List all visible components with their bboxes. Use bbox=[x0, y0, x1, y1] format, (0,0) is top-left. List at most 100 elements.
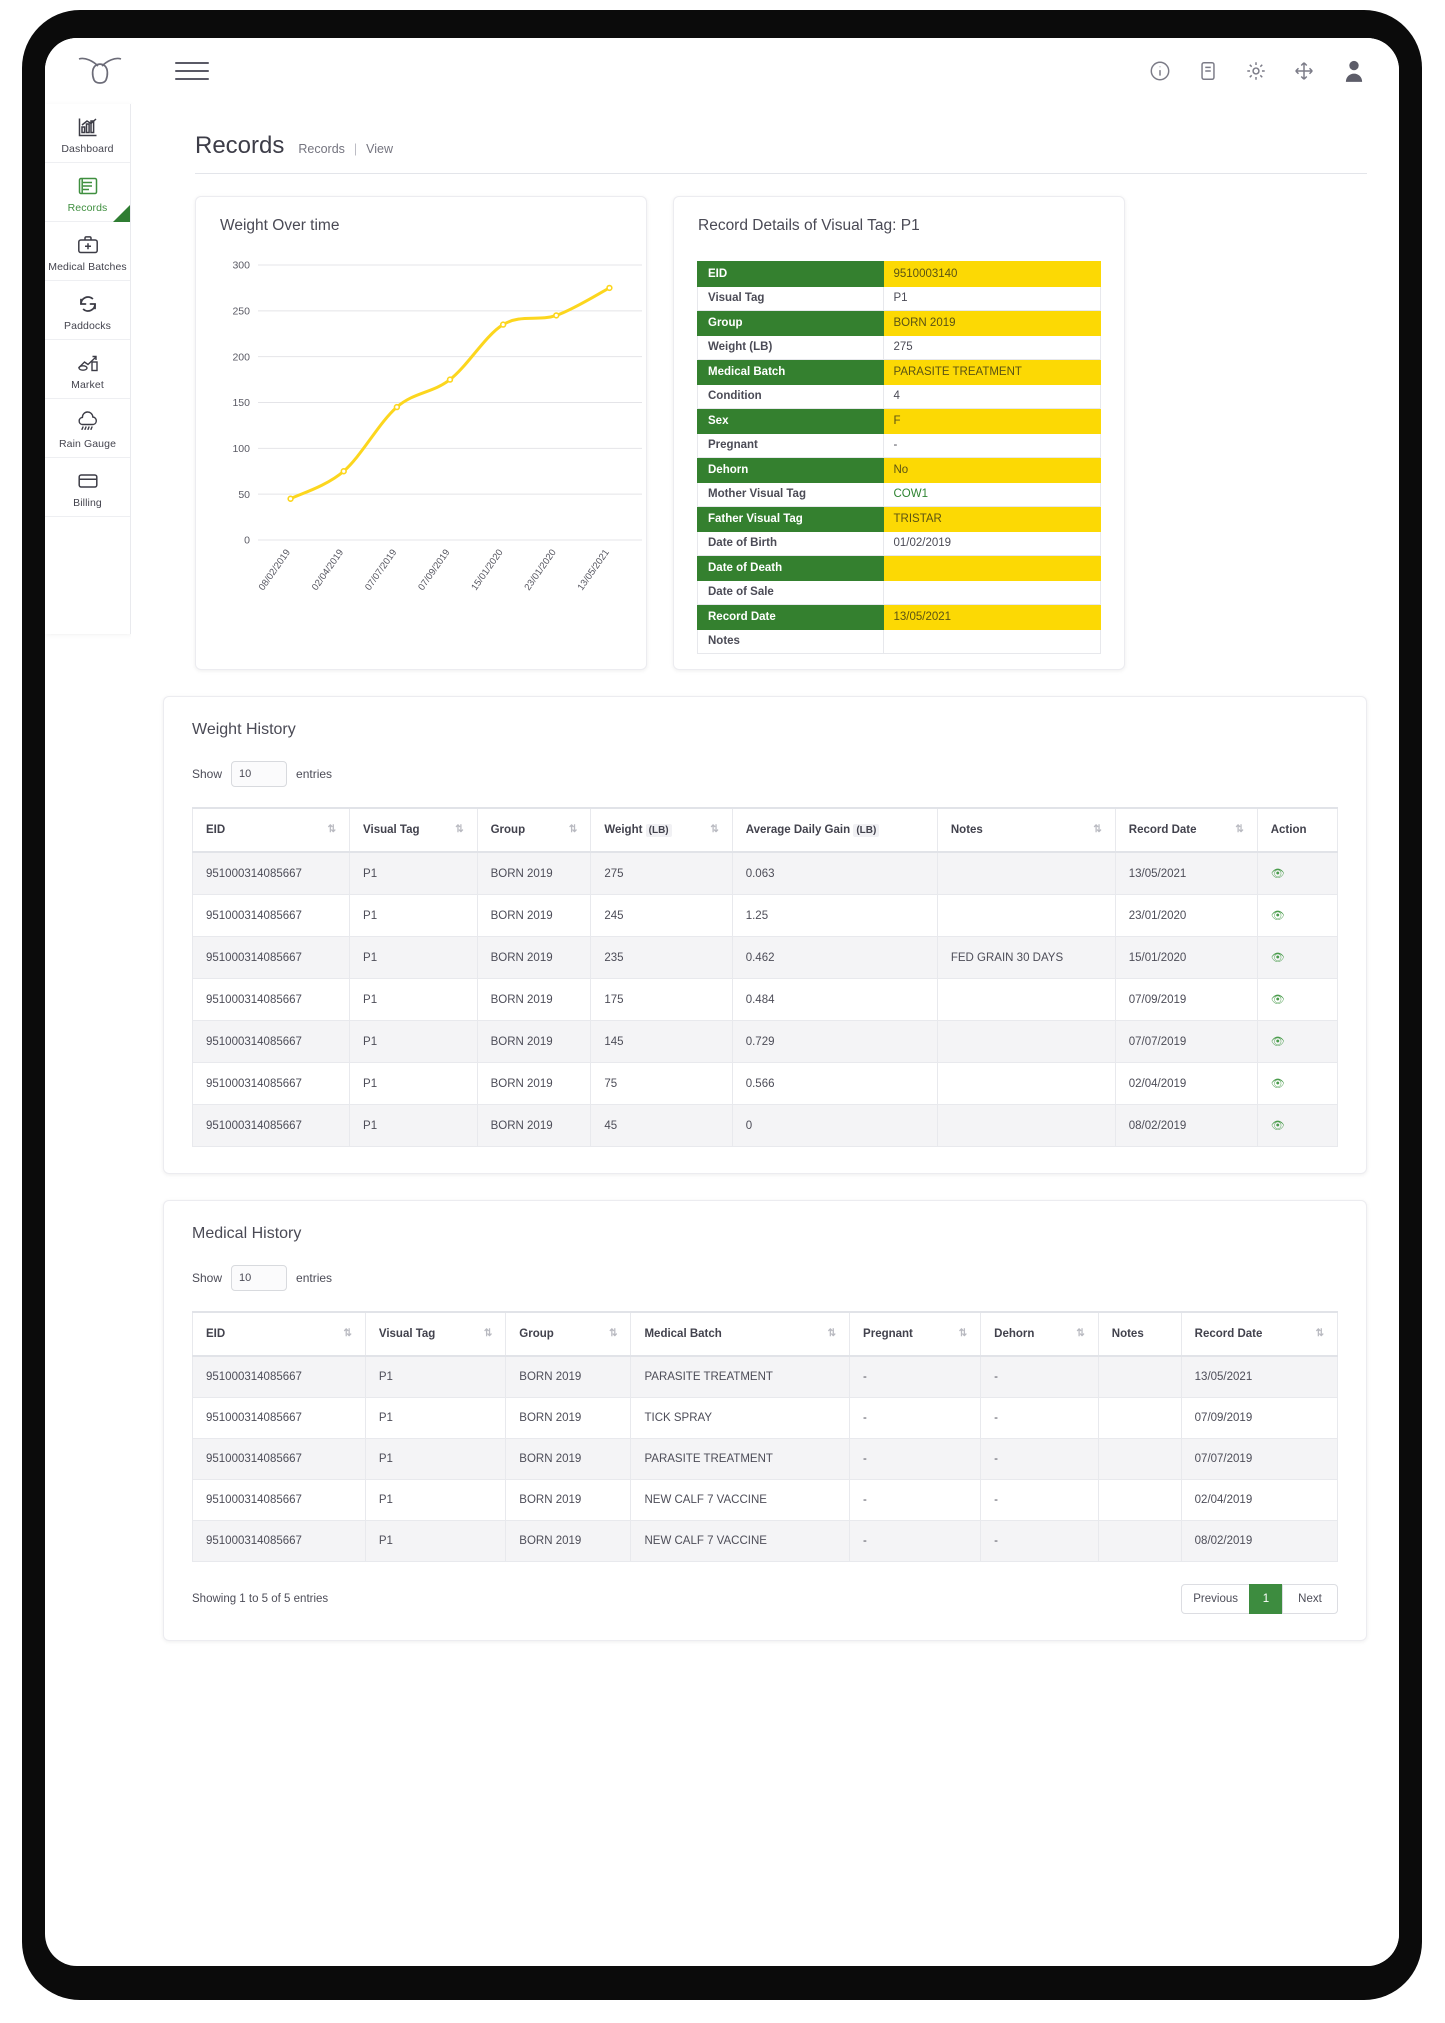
column-header-label: Group bbox=[491, 824, 526, 836]
medical-history-footer: Showing 1 to 5 of 5 entries Previous 1 N… bbox=[192, 1584, 1338, 1614]
user-avatar-icon[interactable] bbox=[1341, 57, 1367, 85]
chart-data-point[interactable] bbox=[394, 405, 399, 410]
sidebar-item-rain-gauge[interactable]: Rain Gauge bbox=[45, 399, 130, 458]
sort-toggle-icon[interactable]: ⇅ bbox=[569, 824, 577, 835]
sort-toggle-icon[interactable]: ⇅ bbox=[328, 824, 336, 835]
column-header-notes[interactable]: Notes ⇅ bbox=[937, 808, 1115, 852]
view-eye-icon[interactable]: 👁 bbox=[1271, 1120, 1285, 1132]
cell-notes bbox=[937, 1105, 1115, 1147]
weight-history-entries-input[interactable] bbox=[231, 761, 287, 787]
chart-data-point[interactable] bbox=[501, 322, 506, 327]
cell-batch[interactable]: NEW CALF 7 VACCINE bbox=[631, 1521, 850, 1562]
cell-record-date: 13/05/2021 bbox=[1181, 1356, 1337, 1398]
cell-dehorn: - bbox=[981, 1356, 1099, 1398]
cell-adg: 0.484 bbox=[732, 979, 937, 1021]
info-icon[interactable] bbox=[1149, 60, 1171, 82]
cell-notes bbox=[937, 1021, 1115, 1063]
breadcrumb-item-records[interactable]: Records bbox=[298, 142, 345, 156]
chart-data-point[interactable] bbox=[448, 377, 453, 382]
chart-data-point[interactable] bbox=[607, 286, 612, 291]
chart-data-point[interactable] bbox=[288, 496, 293, 501]
sort-toggle-icon[interactable]: ⇅ bbox=[1093, 824, 1101, 835]
sort-toggle-icon[interactable]: ⇅ bbox=[484, 1328, 492, 1339]
breadcrumb-item-view[interactable]: View bbox=[366, 142, 393, 156]
column-header-label: Notes bbox=[951, 824, 983, 836]
cell-group: BORN 2019 bbox=[477, 937, 591, 979]
column-header-label: Action bbox=[1271, 824, 1307, 836]
cell-weight: 175 bbox=[591, 979, 732, 1021]
cell-group: BORN 2019 bbox=[506, 1480, 631, 1521]
column-header-weight-lb[interactable]: Weight (LB)⇅ bbox=[591, 808, 732, 852]
view-eye-icon[interactable]: 👁 bbox=[1271, 1078, 1285, 1090]
sort-toggle-icon[interactable]: ⇅ bbox=[609, 1328, 617, 1339]
sort-toggle-icon[interactable]: ⇅ bbox=[1235, 824, 1243, 835]
column-header-record-date[interactable]: Record Date⇅ bbox=[1181, 1312, 1337, 1356]
cell-visual-tag: P1 bbox=[365, 1439, 505, 1480]
sidebar-item-dashboard[interactable]: Dashboard bbox=[45, 104, 130, 163]
sidebar-item-records[interactable]: Records bbox=[45, 163, 130, 222]
sort-toggle-icon[interactable]: ⇅ bbox=[343, 1328, 351, 1339]
column-header-group[interactable]: Group⇅ bbox=[506, 1312, 631, 1356]
record-detail-value: BORN 2019 bbox=[883, 311, 1101, 336]
cell-action: 👁 bbox=[1257, 979, 1337, 1021]
cell-group: BORN 2019 bbox=[477, 895, 591, 937]
hamburger-menu-icon[interactable] bbox=[175, 56, 209, 86]
sort-toggle-icon[interactable]: ⇅ bbox=[1316, 1328, 1324, 1339]
cell-batch[interactable]: PARASITE TREATMENT bbox=[631, 1356, 850, 1398]
sidebar-item-billing[interactable]: Billing bbox=[45, 458, 130, 517]
longhorn-logo-icon bbox=[77, 55, 123, 87]
sidebar-item-market[interactable]: Market bbox=[45, 340, 130, 399]
pagination-next[interactable]: Next bbox=[1282, 1584, 1338, 1614]
column-header-eid[interactable]: EID⇅ bbox=[193, 1312, 366, 1356]
record-detail-key: Record Date bbox=[698, 605, 884, 630]
weight-chart-card: Weight Over time 050100150200250300 08/0… bbox=[195, 196, 647, 670]
column-header-average-daily-gain-lb: Average Daily Gain (LB) bbox=[732, 808, 937, 852]
pagination-previous[interactable]: Previous bbox=[1181, 1584, 1250, 1614]
column-header-label: Weight bbox=[604, 824, 645, 836]
record-detail-row: Father Visual TagTRISTAR bbox=[698, 507, 1101, 532]
record-detail-row: Record Date13/05/2021 bbox=[698, 605, 1101, 630]
table-row: 951000314085667P1BORN 20191750.48407/09/… bbox=[193, 979, 1338, 1021]
sort-toggle-icon[interactable]: ⇅ bbox=[455, 824, 463, 835]
cell-batch[interactable]: PARASITE TREATMENT bbox=[631, 1439, 850, 1480]
sidebar-item-medical-batches[interactable]: Medical Batches bbox=[45, 222, 130, 281]
table-header-row: EID⇅Visual Tag⇅Group⇅Weight (LB)⇅Average… bbox=[193, 808, 1338, 852]
column-header-label: Record Date bbox=[1129, 824, 1197, 836]
fullscreen-icon[interactable] bbox=[1293, 60, 1315, 82]
note-icon[interactable] bbox=[1197, 60, 1219, 82]
sort-toggle-icon[interactable]: ⇅ bbox=[828, 1328, 836, 1339]
cell-weight: 75 bbox=[591, 1063, 732, 1105]
chart-data-point[interactable] bbox=[554, 313, 559, 318]
column-header-visual-tag[interactable]: Visual Tag⇅ bbox=[350, 808, 478, 852]
cell-visual-tag: P1 bbox=[350, 937, 478, 979]
cell-batch[interactable]: TICK SPRAY bbox=[631, 1398, 850, 1439]
column-header-pregnant[interactable]: Pregnant⇅ bbox=[850, 1312, 981, 1356]
gear-icon[interactable] bbox=[1245, 60, 1267, 82]
pagination-page-1[interactable]: 1 bbox=[1249, 1584, 1283, 1614]
view-eye-icon[interactable]: 👁 bbox=[1271, 994, 1285, 1006]
app-logo[interactable] bbox=[45, 55, 155, 87]
medical-history-entries-input[interactable] bbox=[231, 1265, 287, 1291]
sidebar-item-paddocks[interactable]: Paddocks bbox=[45, 281, 130, 340]
chart-data-point[interactable] bbox=[341, 469, 346, 474]
weight-history-panel: Weight History Show entries EID⇅Visual T… bbox=[163, 696, 1367, 1174]
sort-toggle-icon[interactable]: ⇅ bbox=[1076, 1328, 1084, 1339]
column-header-record-date[interactable]: Record Date ⇅ bbox=[1115, 808, 1257, 852]
view-eye-icon[interactable]: 👁 bbox=[1271, 952, 1285, 964]
column-header-medical-batch[interactable]: Medical Batch⇅ bbox=[631, 1312, 850, 1356]
view-eye-icon[interactable]: 👁 bbox=[1271, 1036, 1285, 1048]
column-header-group[interactable]: Group ⇅ bbox=[477, 808, 591, 852]
breadcrumb-separator: | bbox=[354, 142, 357, 156]
sort-toggle-icon[interactable]: ⇅ bbox=[710, 824, 718, 835]
view-eye-icon[interactable]: 👁 bbox=[1271, 910, 1285, 922]
sort-toggle-icon[interactable]: ⇅ bbox=[959, 1328, 967, 1339]
record-detail-value bbox=[883, 580, 1101, 605]
cell-batch[interactable]: NEW CALF 7 VACCINE bbox=[631, 1480, 850, 1521]
column-header-visual-tag[interactable]: Visual Tag⇅ bbox=[365, 1312, 505, 1356]
record-detail-row: Date of Death bbox=[698, 556, 1101, 581]
column-header-dehorn[interactable]: Dehorn⇅ bbox=[981, 1312, 1099, 1356]
column-header-eid[interactable]: EID⇅ bbox=[193, 808, 350, 852]
chart-y-tick-label: 50 bbox=[238, 489, 250, 501]
cell-action: 👁 bbox=[1257, 1105, 1337, 1147]
view-eye-icon[interactable]: 👁 bbox=[1271, 868, 1285, 880]
